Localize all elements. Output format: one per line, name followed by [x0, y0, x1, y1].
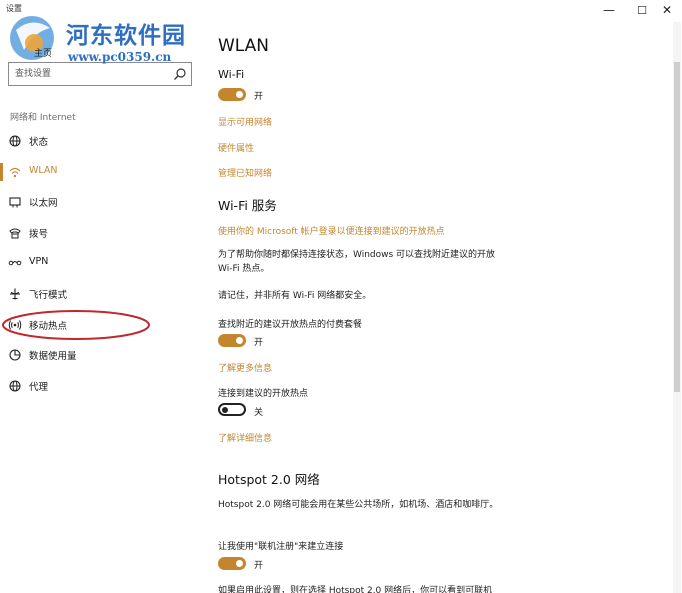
- online-signup-toggle-state: 开: [254, 561, 264, 571]
- sidebar-item-label: WLAN: [29, 165, 58, 176]
- wifi-service-heading: Wi-Fi 服务: [218, 198, 277, 213]
- sidebar-item-label: 状态: [29, 137, 49, 148]
- home-label-fragment: 主页: [34, 49, 53, 59]
- ethernet-icon: [9, 197, 21, 208]
- scrollbar[interactable]: [673, 22, 681, 593]
- sidebar-item-label: VPN: [29, 256, 49, 267]
- active-indicator: [0, 163, 3, 181]
- paid-plans-toggle[interactable]: [218, 334, 246, 347]
- sidebar-item-dialup[interactable]: 拨号: [0, 220, 196, 246]
- wifi-service-description: 为了帮助你随时都保持连接状态，Windows 可以查找附近建议的开放 Wi-Fi…: [218, 250, 496, 274]
- sidebar-item-status[interactable]: 状态: [0, 128, 196, 154]
- section-label-network: 网络和 Internet: [10, 113, 76, 123]
- page-title: WLAN: [218, 36, 270, 56]
- sidebar-item-label: 拨号: [29, 229, 49, 240]
- watermark-title: 河东软件园: [66, 22, 186, 49]
- sidebar-item-label: 代理: [29, 382, 49, 393]
- sidebar-item-mobile-hotspot[interactable]: 移动热点: [0, 312, 196, 338]
- sidebar-item-label: 数据使用量: [29, 351, 77, 362]
- microsoft-signin-link[interactable]: 使用你的 Microsoft 帐户登录以便连接到建议的开放热点: [218, 224, 445, 237]
- sidebar-item-proxy[interactable]: 代理: [0, 373, 196, 399]
- wifi-heading: Wi-Fi: [218, 68, 245, 81]
- details-link[interactable]: 了解详细信息: [218, 431, 272, 444]
- sidebar-item-data-usage[interactable]: 数据使用量: [0, 342, 196, 368]
- proxy-globe-icon: [9, 380, 21, 392]
- watermark-logo: [10, 16, 54, 60]
- watermark: 河东软件园 www.pc0359.cn 主页: [4, 10, 204, 70]
- data-usage-icon: [9, 349, 21, 361]
- minimize-button[interactable]: —: [592, 0, 626, 20]
- connect-open-hotspots-toggle-state: 关: [254, 408, 264, 418]
- dialup-icon: [9, 228, 21, 239]
- sidebar: 网络和 Internet 状态 WLAN 以太网 拨号: [0, 22, 200, 593]
- online-signup-label: 让我使用"联机注册"来建立连接: [218, 542, 344, 552]
- sidebar-item-label: 飞行模式: [29, 290, 68, 301]
- sidebar-item-ethernet[interactable]: 以太网: [0, 189, 196, 215]
- wifi-icon: [9, 167, 21, 178]
- wifi-toggle[interactable]: [218, 88, 246, 101]
- hotspot-icon: [8, 320, 22, 330]
- sidebar-item-label: 以太网: [29, 198, 58, 209]
- manage-known-networks-link[interactable]: 管理已知网络: [218, 166, 272, 179]
- security-reminder: 请记住，并非所有 Wi-Fi 网络都安全。: [218, 291, 372, 301]
- online-signup-toggle[interactable]: [218, 557, 246, 570]
- learn-more-link[interactable]: 了解更多信息: [218, 361, 272, 374]
- vpn-icon: [8, 260, 22, 266]
- close-button[interactable]: ✕: [650, 0, 682, 20]
- main-content: WLAN Wi-Fi 开 显示可用网络 硬件属性 管理已知网络 Wi-Fi 服务…: [210, 22, 670, 593]
- paid-plans-label: 查找附近的建议开放热点的付费套餐: [218, 320, 363, 330]
- hardware-properties-link[interactable]: 硬件属性: [218, 141, 254, 154]
- sidebar-item-vpn[interactable]: VPN: [0, 250, 196, 276]
- airplane-icon: [10, 288, 20, 300]
- watermark-url: www.pc0359.cn: [68, 50, 172, 64]
- scroll-thumb[interactable]: [674, 62, 680, 392]
- sidebar-item-airplane-mode[interactable]: 飞行模式: [0, 281, 196, 307]
- sidebar-item-wlan[interactable]: WLAN: [0, 159, 196, 185]
- connect-open-hotspots-toggle[interactable]: [218, 403, 246, 416]
- show-available-networks-link[interactable]: 显示可用网络: [218, 115, 272, 128]
- paid-plans-toggle-state: 开: [254, 338, 264, 348]
- connect-open-hotspots-label: 连接到建议的开放热点: [218, 389, 309, 399]
- hotspot20-description: Hotspot 2.0 网络可能会用在某些公共场所，如机场、酒店和咖啡厅。: [218, 500, 499, 510]
- sidebar-item-label: 移动热点: [29, 321, 68, 332]
- hotspot20-cutoff-text: 如果启用此设置，则在选择 Hotspot 2.0 网络后，你可以看到可联机: [218, 586, 493, 593]
- hotspot20-heading: Hotspot 2.0 网络: [218, 472, 320, 487]
- wifi-toggle-state: 开: [254, 92, 264, 102]
- status-globe-icon: [9, 135, 21, 147]
